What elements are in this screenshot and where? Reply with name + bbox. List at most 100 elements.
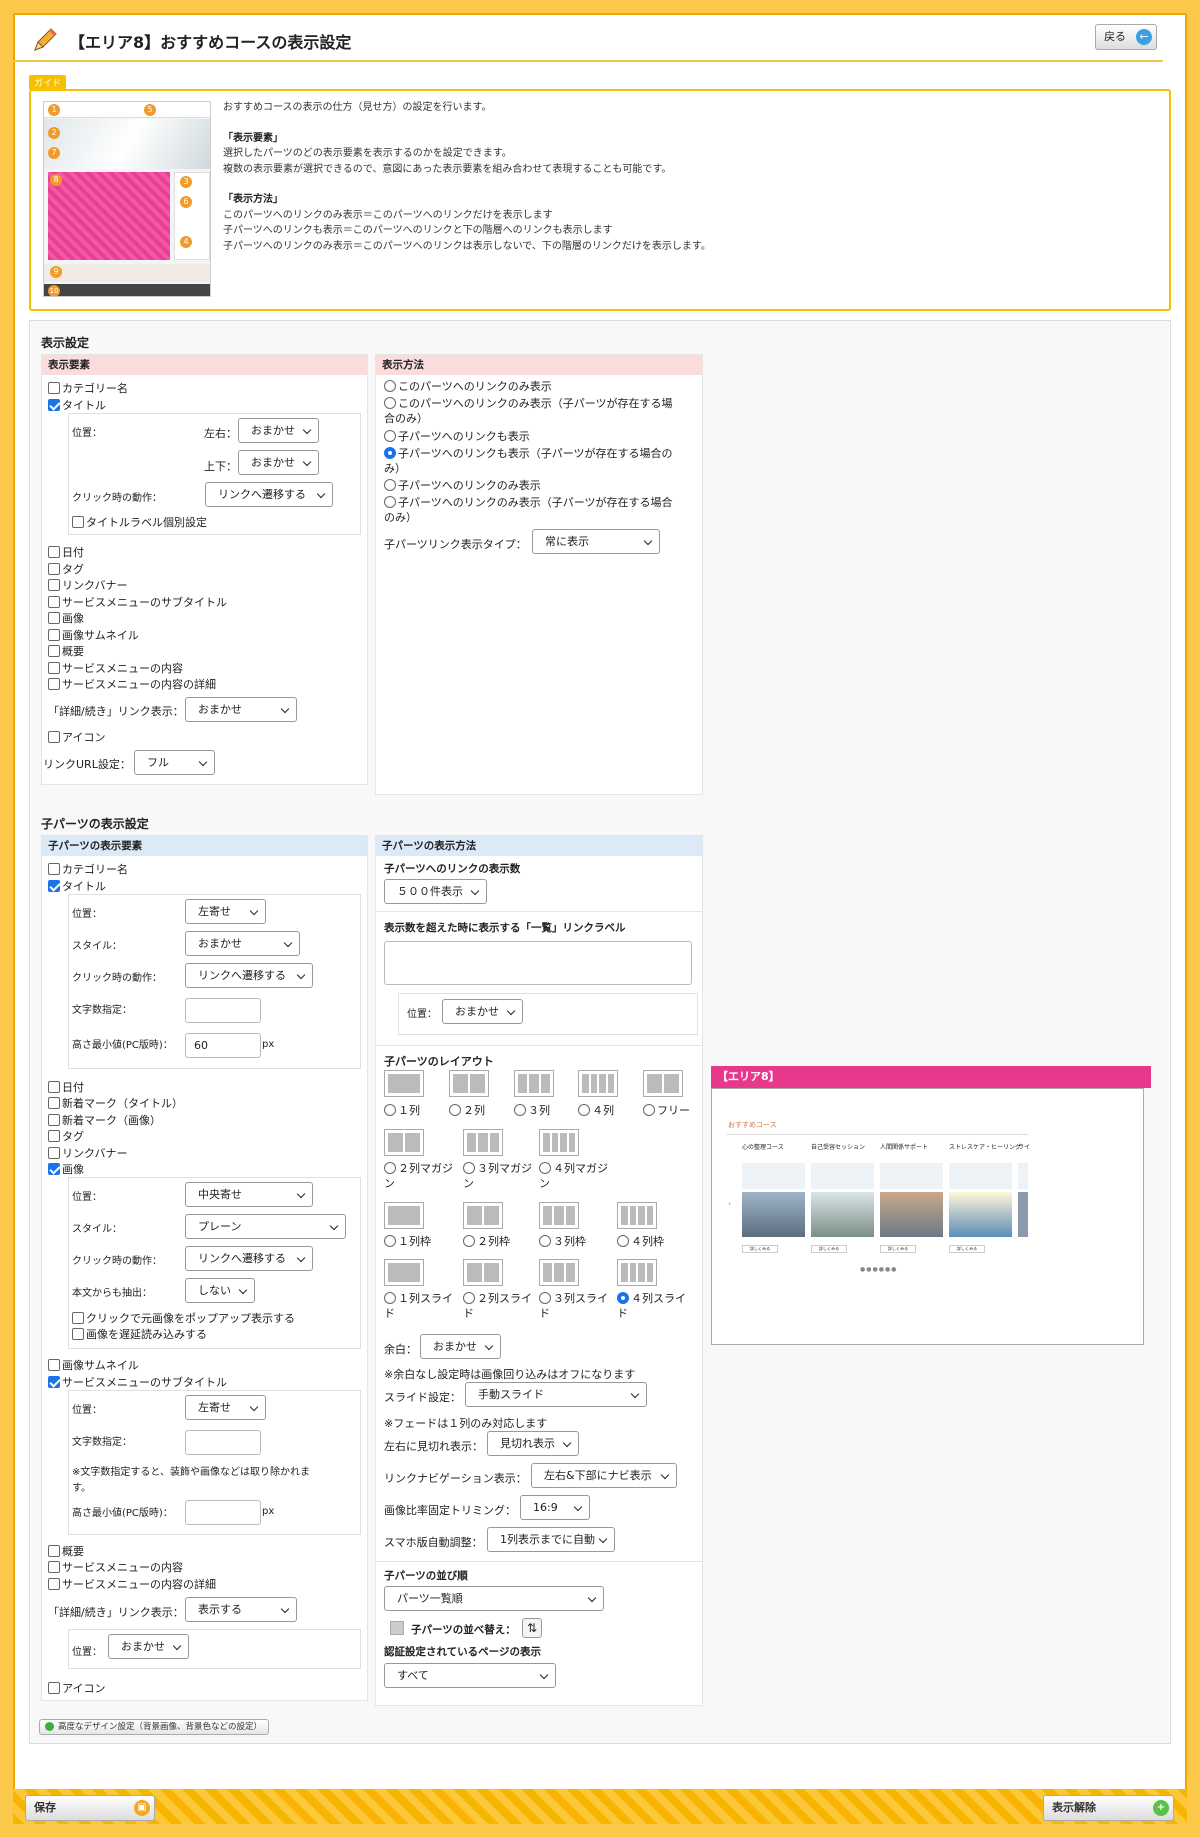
layout-2mag-thumb[interactable] xyxy=(384,1129,424,1156)
layout-4slide-thumb[interactable] xyxy=(617,1259,657,1286)
layout-1col-thumb[interactable] xyxy=(384,1070,424,1097)
lr-select[interactable]: おまかせ xyxy=(238,418,319,443)
child-chars-input[interactable] xyxy=(185,998,261,1023)
radio-layout-3col[interactable]: ３列 xyxy=(514,1103,550,1118)
layout-free-thumb[interactable] xyxy=(643,1070,683,1097)
child-link-type-select[interactable]: 常に表示 xyxy=(532,529,660,554)
child-cb-thumb[interactable]: 画像サムネイル xyxy=(48,1357,139,1373)
cb-link-banner[interactable]: リンクバナー xyxy=(48,577,127,593)
radio-layout-4slide[interactable]: ４列スライド xyxy=(617,1291,686,1321)
sub-minh-input[interactable] xyxy=(185,1500,261,1525)
radio-layout-2col[interactable]: ２列 xyxy=(449,1103,485,1118)
cb-lazy[interactable]: 画像を遅延読み込みする xyxy=(72,1326,207,1342)
img-style-select[interactable]: プレーン xyxy=(185,1214,346,1239)
child-cb-subtitle[interactable]: サービスメニューのサブタイトル xyxy=(48,1374,227,1390)
sub-chars-input[interactable] xyxy=(185,1430,261,1455)
cb-subtitle[interactable]: サービスメニューのサブタイトル xyxy=(48,594,227,610)
radio-layout-1slide[interactable]: １列スライド xyxy=(384,1291,453,1321)
layout-1slide-thumb[interactable] xyxy=(384,1259,424,1286)
radio-layout-2mag[interactable]: ２列マガジン xyxy=(384,1161,453,1191)
img-click-select[interactable]: リンクへ遷移する xyxy=(185,1246,313,1271)
radio-layout-free[interactable]: フリー xyxy=(643,1103,690,1118)
child-cb-menu-detail[interactable]: サービスメニューの内容の詳細 xyxy=(48,1576,216,1592)
radio-child-only-if-child[interactable]: 子パーツへのリンクのみ表示（子パーツが存在する場合 のみ） xyxy=(384,495,673,525)
radio-layout-3frame[interactable]: ３列枠 xyxy=(539,1234,586,1249)
cb-title[interactable]: タイトル xyxy=(48,397,106,413)
layout-1frame-thumb[interactable] xyxy=(384,1202,424,1229)
cb-title-label-individual[interactable]: タイトルラベル個別設定 xyxy=(72,514,207,530)
layout-2frame-thumb[interactable] xyxy=(463,1202,503,1229)
radio-layout-4col[interactable]: ４列 xyxy=(578,1103,614,1118)
layout-4frame-thumb[interactable] xyxy=(617,1202,657,1229)
child-cb-image[interactable]: 画像 xyxy=(48,1161,84,1177)
click-select[interactable]: リンクへ遷移する xyxy=(205,482,333,507)
child-pos-select[interactable]: 左寄せ xyxy=(185,899,266,924)
child-cb-new-title[interactable]: 新着マーク（タイトル） xyxy=(48,1095,183,1111)
overflow-pos-select[interactable]: おまかせ xyxy=(442,999,523,1024)
radio-layout-2frame[interactable]: ２列枠 xyxy=(463,1234,510,1249)
layout-3col-thumb[interactable] xyxy=(514,1070,554,1097)
radio-with-child[interactable]: 子パーツへのリンクも表示 xyxy=(384,429,530,444)
auth-select[interactable]: すべて xyxy=(384,1663,556,1688)
layout-3mag-thumb[interactable] xyxy=(463,1129,503,1156)
radio-self-only[interactable]: このパーツへのリンクのみ表示 xyxy=(384,379,552,394)
layout-2col-thumb[interactable] xyxy=(449,1070,489,1097)
radio-layout-1frame[interactable]: １列枠 xyxy=(384,1234,431,1249)
child-click-select[interactable]: リンクへ遷移する xyxy=(185,963,313,988)
cb-image-thumb[interactable]: 画像サムネイル xyxy=(48,627,139,643)
cb-tag[interactable]: タグ xyxy=(48,561,84,577)
child-detail-link-select[interactable]: 表示する xyxy=(185,1597,297,1622)
layout-3slide-thumb[interactable] xyxy=(539,1259,579,1286)
back-button[interactable]: 戻る ← xyxy=(1095,24,1157,50)
radio-child-only[interactable]: 子パーツへのリンクのみ表示 xyxy=(384,478,541,493)
radio-layout-3slide[interactable]: ３列スライド xyxy=(539,1291,608,1321)
radio-layout-4frame[interactable]: ４列枠 xyxy=(617,1234,664,1249)
ud-select[interactable]: おまかせ xyxy=(238,450,319,475)
release-button[interactable]: 表示解除 + xyxy=(1043,1795,1174,1821)
child-cb-menu-content[interactable]: サービスメニューの内容 xyxy=(48,1559,183,1575)
advanced-design-button[interactable]: 高度なデザイン設定（背景画像、背景色などの設定） xyxy=(39,1719,270,1735)
save-button[interactable]: 保存 ▣ xyxy=(25,1795,155,1821)
child-detail-pos-select[interactable]: おまかせ xyxy=(108,1634,189,1659)
ratio-select[interactable]: 16:9 xyxy=(520,1495,590,1520)
child-style-select[interactable]: おまかせ xyxy=(185,931,300,956)
img-pos-select[interactable]: 中央寄せ xyxy=(185,1182,313,1207)
child-cb-tag[interactable]: タグ xyxy=(48,1128,84,1144)
sp-select[interactable]: 1列表示までに自動 xyxy=(487,1527,615,1552)
link-url-select[interactable]: フル xyxy=(134,750,215,775)
radio-self-only-if-child[interactable]: このパーツへのリンクのみ表示（子パーツが存在する場 合のみ） xyxy=(384,396,673,426)
child-cb-title[interactable]: タイトル xyxy=(48,878,106,894)
overflow-label-input[interactable] xyxy=(384,941,692,985)
extract-select[interactable]: しない xyxy=(185,1278,255,1303)
radio-layout-1col[interactable]: １列 xyxy=(384,1103,420,1118)
child-cb-summary[interactable]: 概要 xyxy=(48,1543,84,1559)
cb-date[interactable]: 日付 xyxy=(48,544,84,560)
child-cb-link-banner[interactable]: リンクバナー xyxy=(48,1145,127,1161)
cb-icon[interactable]: アイコン xyxy=(48,729,105,745)
layout-4col-thumb[interactable] xyxy=(578,1070,618,1097)
child-cb-icon[interactable]: アイコン xyxy=(48,1680,105,1696)
layout-3frame-thumb[interactable] xyxy=(539,1202,579,1229)
layout-2slide-thumb[interactable] xyxy=(463,1259,503,1286)
cb-summary[interactable]: 概要 xyxy=(48,643,84,659)
order-select[interactable]: パーツ一覧順 xyxy=(384,1586,604,1611)
child-cb-date[interactable]: 日付 xyxy=(48,1079,84,1095)
radio-layout-2slide[interactable]: ２列スライド xyxy=(463,1291,532,1321)
radio-with-child-if-child[interactable]: 子パーツへのリンクも表示（子パーツが存在する場合の み） xyxy=(384,446,673,476)
layout-4mag-thumb[interactable] xyxy=(539,1129,579,1156)
sub-pos-select[interactable]: 左寄せ xyxy=(185,1395,266,1420)
detail-link-select[interactable]: おまかせ xyxy=(185,697,297,722)
sort-checkbox[interactable] xyxy=(390,1621,404,1635)
cb-menu-detail[interactable]: サービスメニューの内容の詳細 xyxy=(48,676,216,692)
cut-select[interactable]: 見切れ表示 xyxy=(487,1431,579,1456)
count-select[interactable]: ５００件表示 xyxy=(384,879,487,904)
child-cb-new-image[interactable]: 新着マーク（画像） xyxy=(48,1112,161,1128)
radio-layout-3mag[interactable]: ３列マガジン xyxy=(463,1161,532,1191)
cb-category[interactable]: カテゴリー名 xyxy=(48,380,128,396)
radio-layout-4mag[interactable]: ４列マガジン xyxy=(539,1161,608,1191)
sort-icon[interactable]: ⇅ xyxy=(522,1618,542,1638)
cb-image[interactable]: 画像 xyxy=(48,610,84,626)
cb-menu-content[interactable]: サービスメニューの内容 xyxy=(48,660,183,676)
margin-select[interactable]: おまかせ xyxy=(420,1334,501,1359)
nav-select[interactable]: 左右&下部にナビ表示 xyxy=(531,1463,677,1488)
